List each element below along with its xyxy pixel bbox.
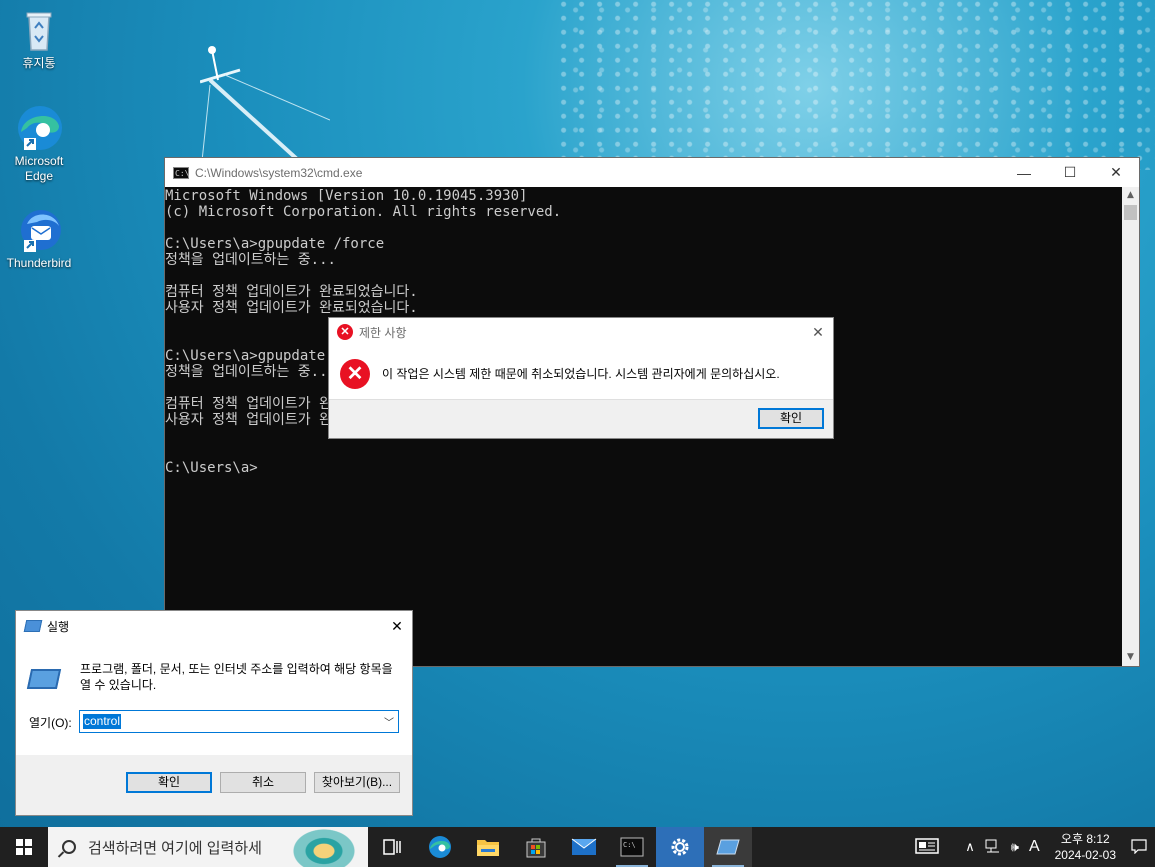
search-highlight-image [290, 827, 358, 867]
volume-icon[interactable]: 🕪 [1006, 839, 1024, 855]
edge-icon [15, 104, 63, 152]
search-placeholder: 검색하려면 여기에 입력하세 [88, 839, 262, 857]
ok-button[interactable]: 확인 [126, 772, 212, 793]
run-titlebar[interactable]: 실행 ✕ [16, 611, 412, 641]
taskbar-run[interactable] [704, 827, 752, 867]
cancel-button[interactable]: 취소 [220, 772, 306, 793]
restriction-dialog[interactable]: ✕ 제한 사항 ✕ ✕ 이 작업은 시스템 제한 때문에 취소되었습니다. 시스… [328, 317, 834, 439]
restriction-footer: 확인 [329, 399, 833, 438]
run-title: 실행 [47, 619, 70, 634]
system-tray: ∧ 🕪 A 오후 8:12 2024-02-03 [910, 827, 1155, 867]
desktop-icon-recycle-bin[interactable]: 휴지통 [4, 6, 74, 71]
run-description: 프로그램, 폴더, 문서, 또는 인터넷 주소를 입력하여 해당 항목을 열 수… [80, 662, 393, 692]
open-label: 열기(O): [29, 716, 72, 730]
wallpaper-sparkle [560, 0, 1155, 170]
open-input[interactable]: control ﹀ [79, 710, 399, 733]
taskbar-mail[interactable] [560, 827, 608, 867]
gear-icon [671, 838, 689, 856]
restriction-title: 제한 사항 [359, 325, 407, 340]
chevron-down-icon[interactable]: ﹀ [384, 714, 394, 729]
run-icon [23, 620, 43, 632]
network-icon[interactable] [980, 839, 1006, 856]
taskbar-edge[interactable] [416, 827, 464, 867]
desktop-icon-thunderbird[interactable]: Thunderbird [4, 206, 74, 271]
thunderbird-icon [15, 206, 63, 254]
start-button[interactable] [0, 827, 48, 867]
minimize-button[interactable]: — [1001, 158, 1047, 187]
desktop-icon-edge[interactable]: Microsoft Edge [4, 104, 74, 184]
desktop-icon-label: 휴지통 [22, 56, 56, 70]
windows-logo-icon [16, 839, 32, 855]
browse-button[interactable]: 찾아보기(B)... [314, 772, 400, 793]
chevron-up-icon[interactable]: ∧ [960, 839, 980, 855]
restriction-titlebar[interactable]: ✕ 제한 사항 ✕ [329, 318, 833, 346]
desktop-icon-label: Microsoft Edge [14, 154, 64, 183]
folder-icon [477, 840, 499, 856]
error-icon: ✕ [337, 324, 353, 340]
task-view-icon [383, 839, 401, 855]
scroll-down-icon[interactable]: ▼ [1122, 649, 1139, 666]
run-footer: 확인 취소 찾아보기(B)... [16, 755, 412, 815]
notification-news-button[interactable] [910, 837, 944, 858]
run-dialog[interactable]: 실행 ✕ 프로그램, 폴더, 문서, 또는 인터넷 주소를 입력하여 해당 항목… [15, 610, 413, 816]
close-button[interactable]: ✕ [1093, 158, 1139, 187]
run-icon [716, 839, 740, 855]
cmd-titlebar[interactable]: C:\ C:\Windows\system32\cmd.exe — ☐ ✕ [165, 158, 1139, 187]
taskbar-search[interactable]: 검색하려면 여기에 입력하세 [48, 827, 368, 867]
taskbar: 검색하려면 여기에 입력하세 C:\ ∧ 🕪 A 오후 8:12 2024-02… [0, 827, 1155, 867]
taskbar-cmd[interactable]: C:\ [608, 827, 656, 867]
cmd-icon: C:\ [173, 166, 190, 179]
ok-button[interactable]: 확인 [758, 408, 824, 429]
svg-text:C:\: C:\ [623, 841, 636, 849]
error-icon: ✕ [340, 358, 370, 389]
scroll-up-icon[interactable]: ▲ [1122, 187, 1139, 204]
news-icon [915, 837, 939, 854]
close-button[interactable]: ✕ [803, 324, 833, 341]
mail-icon [571, 838, 597, 855]
run-icon [26, 669, 62, 689]
notification-icon[interactable] [1126, 838, 1155, 857]
clock-date: 2024-02-03 [1054, 848, 1116, 862]
maximize-button[interactable]: ☐ [1047, 158, 1093, 187]
cmd-icon: C:\ [620, 837, 644, 857]
open-input-value[interactable]: control [83, 714, 122, 729]
cmd-scrollbar[interactable]: ▲ ▼ [1122, 187, 1139, 666]
clock[interactable]: 오후 8:12 2024-02-03 [1045, 831, 1126, 863]
scroll-thumb[interactable] [1124, 205, 1137, 220]
cmd-title: C:\Windows\system32\cmd.exe [195, 165, 363, 180]
search-icon [62, 840, 76, 854]
edge-icon [429, 836, 451, 858]
close-button[interactable]: ✕ [382, 618, 412, 635]
store-icon [526, 838, 546, 858]
desktop-icon-label: Thunderbird [6, 256, 72, 270]
clock-time: 오후 8:12 [1060, 832, 1110, 846]
taskbar-settings[interactable] [656, 827, 704, 867]
recycle-bin-icon [15, 6, 63, 54]
task-view-button[interactable] [368, 827, 416, 867]
taskbar-store[interactable] [512, 827, 560, 867]
ime-indicator[interactable]: A [1024, 838, 1045, 856]
restriction-message: 이 작업은 시스템 제한 때문에 취소되었습니다. 시스템 관리자에게 문의하십… [382, 367, 780, 381]
taskbar-file-explorer[interactable] [464, 827, 512, 867]
